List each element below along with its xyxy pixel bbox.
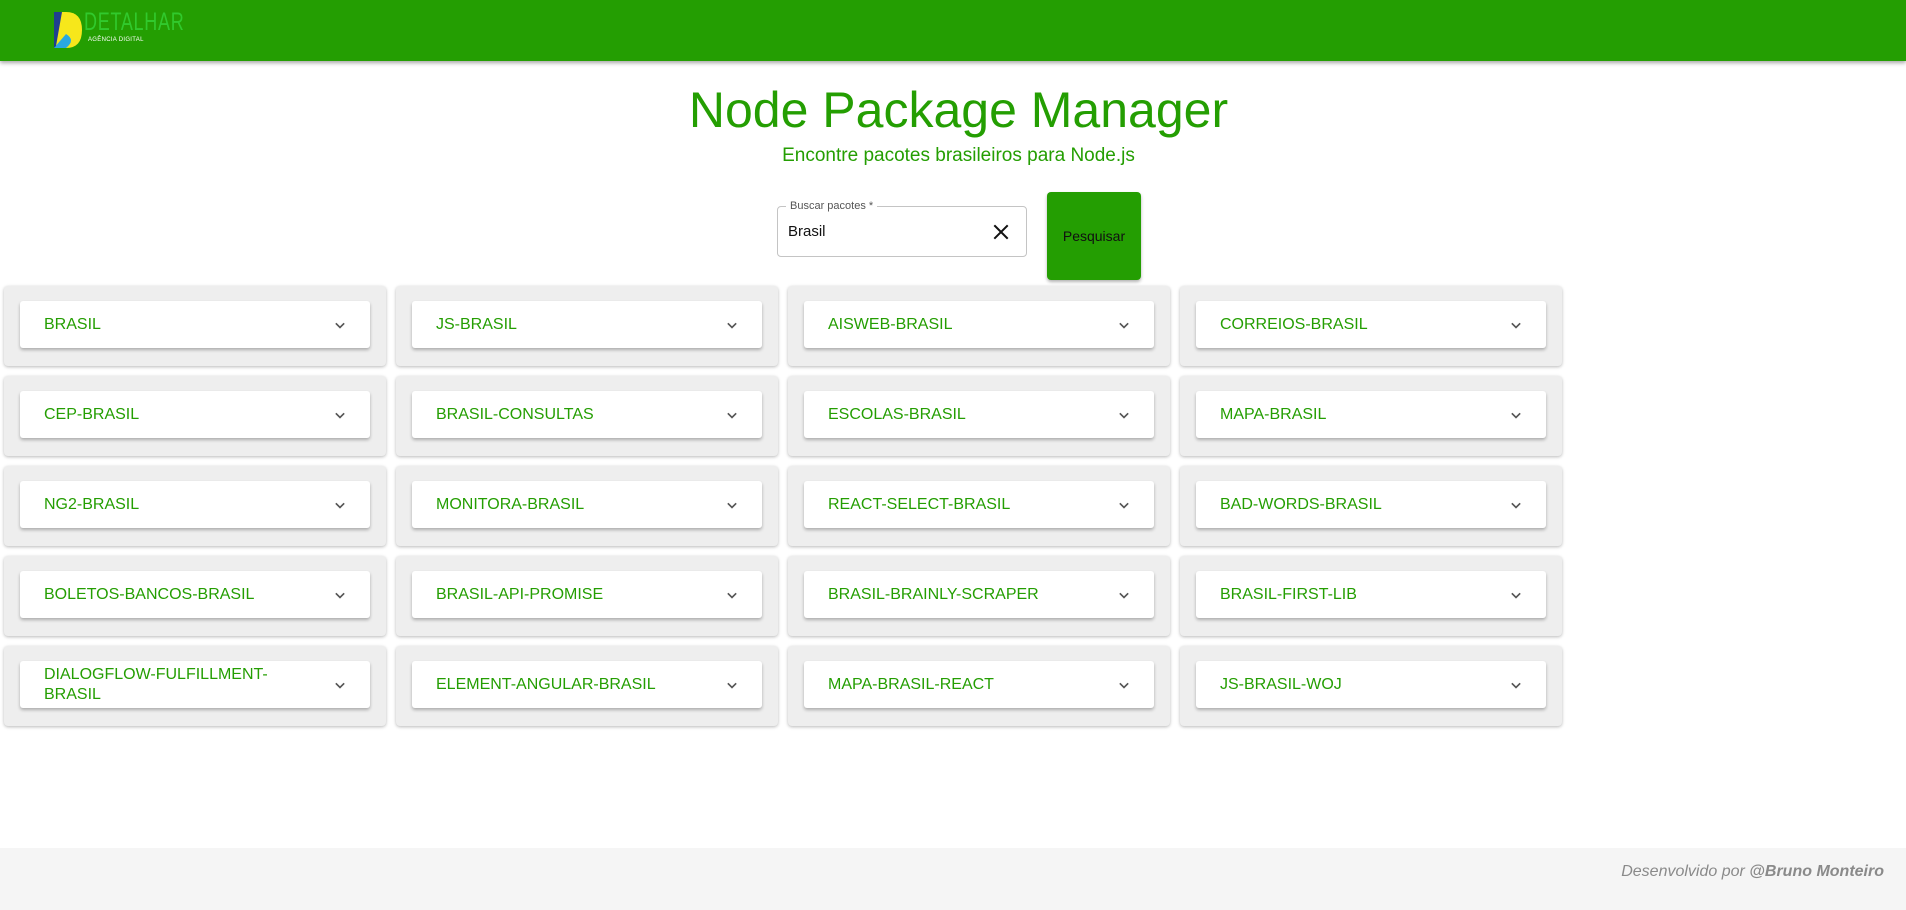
package-accordion[interactable]: BRASIL [20,301,370,348]
chevron-down-icon[interactable] [722,495,742,515]
app-bar: DETALHAR AGÊNCIA DIGITAL [0,0,1906,61]
chevron-down-icon[interactable] [330,585,350,605]
package-accordion[interactable]: JS-BRASIL [412,301,762,348]
package-name: ELEMENT-ANGULAR-BRASIL [436,675,656,693]
package-name: DIALOGFLOW-FULFILLMENT-BRASIL [44,665,268,703]
package-name: REACT-SELECT-BRASIL [828,495,1011,513]
package-accordion[interactable]: CEP-BRASIL [20,391,370,438]
package-accordion[interactable]: MAPA-BRASIL-REACT [804,661,1154,708]
chevron-down-icon[interactable] [1114,315,1134,335]
package-cell: NG2-BRASIL [4,466,386,546]
package-name: BOLETOS-BANCOS-BRASIL [44,585,255,603]
package-cell: DIALOGFLOW-FULFILLMENT-BRASIL [4,646,386,726]
package-name: NG2-BRASIL [44,495,140,513]
search-input[interactable]: Buscar pacotes * Brasil [777,199,1027,257]
chevron-down-icon[interactable] [1114,495,1134,515]
page-title: Node Package Manager [688,82,1229,138]
chevron-down-icon[interactable] [330,315,350,335]
package-accordion[interactable]: CORREIOS-BRASIL [1196,301,1546,348]
package-accordion[interactable]: BRASIL-BRAINLY-SCRAPER [804,571,1154,618]
package-accordion[interactable]: DIALOGFLOW-FULFILLMENT-BRASIL [20,661,370,708]
package-name: CORREIOS-BRASIL [1220,315,1368,333]
package-accordion[interactable]: REACT-SELECT-BRASIL [804,481,1154,528]
chevron-down-icon[interactable] [330,405,350,425]
chevron-down-icon[interactable] [1506,315,1526,335]
package-cell: BRASIL [4,286,386,366]
search-button[interactable]: Pesquisar [1047,192,1141,280]
package-cell: BRASIL-BRAINLY-SCRAPER [788,556,1170,636]
package-name: BRASIL-BRAINLY-SCRAPER [828,585,1039,603]
package-accordion[interactable]: BRASIL-CONSULTAS [412,391,762,438]
package-name: JS-BRASIL-WOJ [1220,675,1342,693]
package-name: MAPA-BRASIL-REACT [828,675,994,693]
package-cell: REACT-SELECT-BRASIL [788,466,1170,546]
chevron-down-icon[interactable] [722,315,742,335]
package-accordion[interactable]: BAD-WORDS-BRASIL [1196,481,1546,528]
footer-credit: Desenvolvido por @Bruno Monteiro [1621,863,1884,881]
search-label: Buscar pacotes * [786,199,878,213]
package-name: BRASIL-API-PROMISE [436,585,604,603]
chevron-down-icon[interactable] [722,585,742,605]
package-cell: BAD-WORDS-BRASIL [1180,466,1562,546]
chevron-down-icon[interactable] [1506,585,1526,605]
chevron-down-icon[interactable] [722,675,742,695]
footer-author[interactable]: @Bruno Monteiro [1749,863,1884,880]
package-cell: BRASIL-API-PROMISE [396,556,778,636]
package-name: MAPA-BRASIL [1220,405,1327,423]
package-name: ESCOLAS-BRASIL [828,405,966,423]
chevron-down-icon[interactable] [1114,405,1134,425]
package-name: BRASIL-FIRST-LIB [1220,585,1357,603]
footer: Desenvolvido por @Bruno Monteiro [0,848,1906,910]
logo-subtitle: AGÊNCIA DIGITAL [88,37,144,43]
package-cell: BRASIL-CONSULTAS [396,376,778,456]
package-cell: ESCOLAS-BRASIL [788,376,1170,456]
package-accordion[interactable]: ESCOLAS-BRASIL [804,391,1154,438]
package-name: BRASIL [44,315,101,333]
package-cell: CORREIOS-BRASIL [1180,286,1562,366]
package-name: MONITORA-BRASIL [436,495,585,513]
package-cell: MONITORA-BRASIL [396,466,778,546]
package-name: BAD-WORDS-BRASIL [1220,495,1382,513]
package-name: JS-BRASIL [436,315,517,333]
package-accordion[interactable]: BRASIL-API-PROMISE [412,571,762,618]
close-icon[interactable] [989,220,1013,244]
package-cell: MAPA-BRASIL-REACT [788,646,1170,726]
chevron-down-icon[interactable] [1114,585,1134,605]
chevron-down-icon[interactable] [1506,495,1526,515]
package-cell: BOLETOS-BANCOS-BRASIL [4,556,386,636]
package-name: AISWEB-BRASIL [828,315,953,333]
package-grid: BRASIL JS-BRASIL AISWEB-BRASIL CORREIOS-BRA… [4,286,1564,726]
chevron-down-icon[interactable] [1114,675,1134,695]
package-cell: AISWEB-BRASIL [788,286,1170,366]
search-value[interactable]: Brasil [788,223,826,241]
package-accordion[interactable]: MONITORA-BRASIL [412,481,762,528]
package-accordion[interactable]: JS-BRASIL-WOJ [1196,661,1546,708]
package-cell: JS-BRASIL-WOJ [1180,646,1562,726]
chevron-down-icon[interactable] [1506,675,1526,695]
chevron-down-icon[interactable] [330,675,350,695]
chevron-down-icon[interactable] [722,405,742,425]
package-accordion[interactable]: ELEMENT-ANGULAR-BRASIL [412,661,762,708]
logo-title: DETALHAR [84,8,185,36]
package-cell: CEP-BRASIL [4,376,386,456]
package-accordion[interactable]: NG2-BRASIL [20,481,370,528]
package-cell: JS-BRASIL [396,286,778,366]
chevron-down-icon[interactable] [1506,405,1526,425]
package-name: BRASIL-CONSULTAS [436,405,594,423]
package-accordion[interactable]: AISWEB-BRASIL [804,301,1154,348]
page-subtitle: Encontre pacotes brasileiros para Node.j… [782,145,1135,166]
footer-prefix: Desenvolvido por [1621,863,1750,880]
package-accordion[interactable]: MAPA-BRASIL [1196,391,1546,438]
chevron-down-icon[interactable] [330,495,350,515]
package-accordion[interactable]: BOLETOS-BANCOS-BRASIL [20,571,370,618]
package-cell: BRASIL-FIRST-LIB [1180,556,1562,636]
package-name: CEP-BRASIL [44,405,140,423]
package-cell: MAPA-BRASIL [1180,376,1562,456]
package-accordion[interactable]: BRASIL-FIRST-LIB [1196,571,1546,618]
package-cell: ELEMENT-ANGULAR-BRASIL [396,646,778,726]
